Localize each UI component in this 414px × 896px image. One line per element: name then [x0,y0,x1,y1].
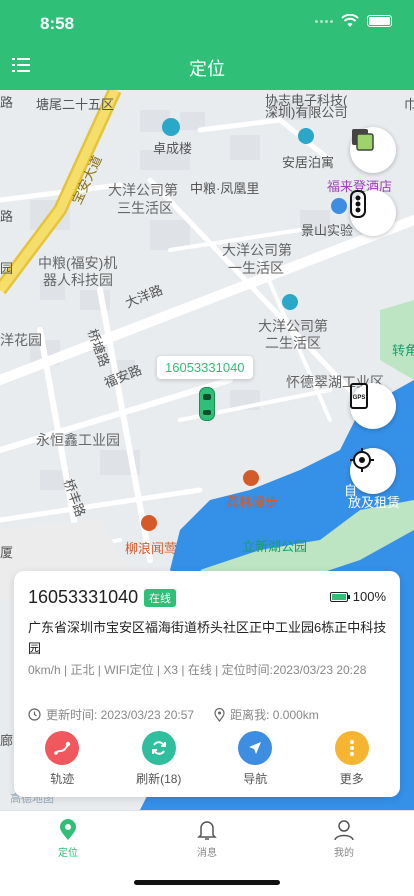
poi-marker-icon[interactable] [141,515,157,531]
layers-icon [352,129,374,151]
more-icon [334,731,369,765]
device-address: 广东省深圳市宝安区福海街道桥头社区正中工业园6栋正中科技园 [28,620,387,656]
update-row: 更新时间: 2023/03/23 20:57 距离我: 0.000km [28,706,319,723]
map-label: 塘尾二十五区 [36,97,115,112]
map-label: 深圳)有限公司 [265,105,348,120]
device-id: 16053331040 [28,587,139,607]
poi-marker-icon[interactable] [162,118,180,136]
map-label: 三生活区 [117,200,173,216]
svg-text:GPS: GPS [353,395,366,401]
navigation-button[interactable]: 导航 [215,731,295,787]
poi-marker-icon[interactable] [282,294,298,310]
map-label: 大洋公司第 [108,182,178,198]
poi-marker-icon[interactable] [298,128,314,144]
more-button[interactable]: 更多 [312,731,392,787]
map-label: 大洋公司第 [222,242,292,258]
map-label: 一生活区 [228,260,284,276]
map-label: 二生活区 [265,335,321,351]
track-button[interactable]: 轨迹 [22,731,102,787]
map-label: 柳浪闻莺 [125,541,178,556]
track-icon [45,731,80,765]
page-title: 定位 [189,59,225,79]
refresh-icon [141,731,176,765]
wifi-icon [341,14,359,27]
tab-profile[interactable]: 我的 [314,819,374,859]
map-label: 永恒鑫工业园 [36,432,120,448]
car-icon[interactable] [199,387,215,421]
crosshair-icon [350,448,374,472]
tab-messages-label: 消息 [197,848,217,859]
map-label: 廊 [0,733,14,748]
device-info-card: 16053331040 在线 100% 广东省深圳市宝安区福海街道桥头社区正中工… [14,571,400,797]
map-label: 厦 [0,545,14,560]
map-label: 洋花园 [0,332,42,348]
track-label: 轨迹 [50,772,75,786]
location-pin-icon [60,819,76,840]
app-header: 8:58 定位 [0,0,414,90]
refresh-label: 刷新(18) [136,772,182,786]
bell-icon [197,821,217,840]
map-label: 园 [0,261,14,276]
status-time: 8:58 [40,14,75,33]
map-label: 中粮·凤凰里 [190,181,260,196]
map-label: 卓成楼 [153,141,193,156]
tab-profile-label: 我的 [334,848,354,859]
home-indicator [134,880,280,885]
map-label: 立新湖公园 [242,539,308,554]
distance-text: 距离我: 0.000km [230,708,319,722]
device-marker-label[interactable]: 16053331040 [157,356,253,379]
action-bar: 轨迹 刷新(18) 导航 更多 [14,731,400,787]
device-detail: 0km/h | 正北 | WIFI定位 | X3 | 在线 | 定位时间:202… [28,663,367,677]
navigation-label: 导航 [243,772,268,786]
distance: 距离我: 0.000km [214,706,319,723]
battery-value: 100% [352,589,386,604]
traffic-light-icon [350,190,366,218]
map-label: 荔林漫步 [226,495,279,510]
gps-phone-icon: GPS [350,383,368,409]
navigation-icon [238,731,273,765]
update-time: 更新时间: 2023/03/23 20:57 [28,706,194,723]
battery-level: 100% [329,589,386,604]
map-label: 景山实验 [301,223,354,238]
map-label: 路 [0,95,14,110]
map-label: 巾 [404,97,414,112]
location-icon [214,707,225,722]
map-label: 路 [0,209,14,224]
status-badge: 在线 [144,589,176,607]
clock-icon [28,708,41,721]
map-label: 转角 [392,343,414,358]
poi-marker-icon[interactable] [331,198,347,214]
traffic-button[interactable] [350,190,396,236]
gps-device-button[interactable]: GPS [350,383,396,429]
locate-me-button[interactable] [350,448,396,494]
update-time-text: 更新时间: 2023/03/23 20:57 [46,708,195,722]
user-icon [334,820,354,841]
signal-icon [315,19,333,23]
map-layer-button[interactable] [350,127,396,173]
battery-icon [367,15,392,27]
tab-messages[interactable]: 消息 [177,819,237,859]
tab-location[interactable]: 定位 [38,819,98,859]
tab-location-label: 定位 [58,848,78,859]
battery-icon [329,591,350,602]
refresh-button[interactable]: 刷新(18) [119,731,199,787]
more-label: 更多 [339,772,364,786]
status-icons [315,14,392,28]
map-label: 器人科技园 [43,272,113,288]
poi-marker-icon[interactable] [243,470,259,486]
map-label: 安居泊寓 [282,155,335,170]
